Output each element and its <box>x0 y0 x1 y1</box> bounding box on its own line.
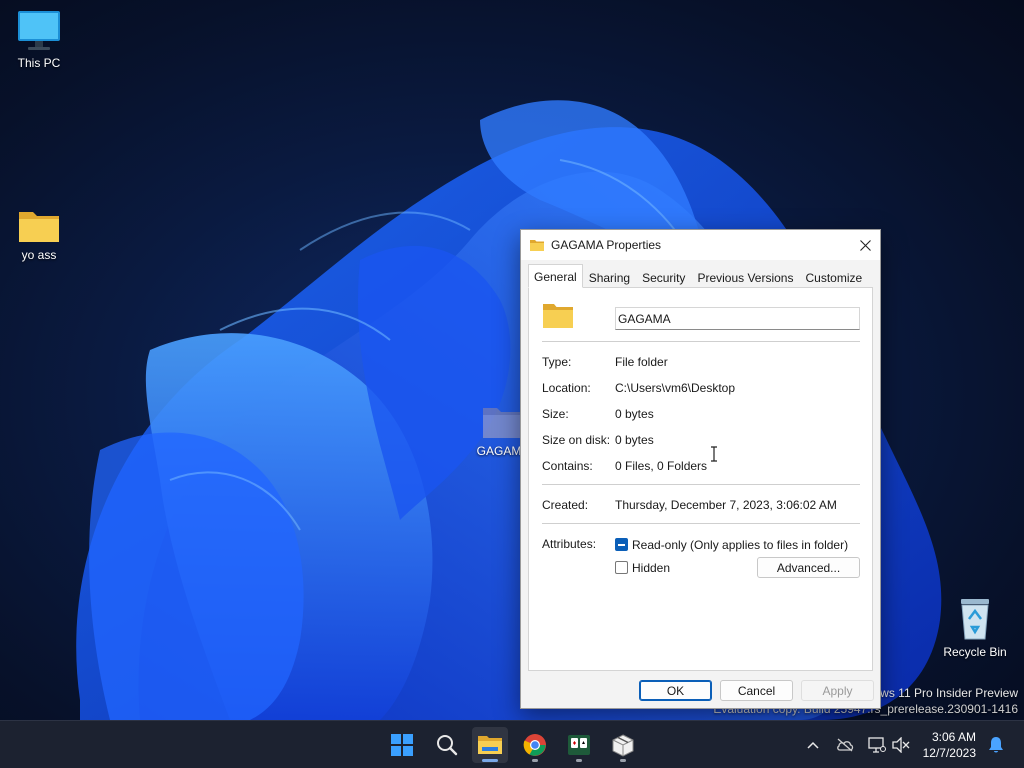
desktop-icon-this-pc[interactable]: This PC <box>1 10 77 70</box>
size-on-disk-value: 0 bytes <box>615 433 654 447</box>
clock-date: 12/7/2023 <box>922 746 976 760</box>
running-indicator <box>576 759 582 762</box>
attributes-label: Attributes: <box>542 537 597 551</box>
solitaire-icon <box>568 735 590 755</box>
tab-security[interactable]: Security <box>636 266 691 288</box>
desktop-icon-label: This PC <box>17 56 61 70</box>
package-icon <box>612 734 634 757</box>
onedrive-tray[interactable] <box>835 735 855 755</box>
monitor-icon <box>18 11 60 50</box>
contains-value: 0 Files, 0 Folders <box>615 459 708 473</box>
search-icon <box>437 735 458 756</box>
bell-icon <box>989 737 1003 753</box>
tab-strip: General Sharing Security Previous Versio… <box>528 264 868 288</box>
desktop-icon-label: Recycle Bin <box>943 645 1007 659</box>
folder-icon <box>543 304 573 328</box>
desktop-icon-recycle-bin[interactable]: Recycle Bin <box>937 597 1013 659</box>
active-indicator <box>482 759 498 762</box>
text-cursor-icon <box>711 446 717 462</box>
readonly-checkbox[interactable] <box>615 538 628 551</box>
running-indicator <box>532 759 538 762</box>
taskbar-package[interactable] <box>605 727 641 763</box>
type-label: Type: <box>542 355 572 369</box>
size-value: 0 bytes <box>615 407 654 421</box>
created-value: Thursday, December 7, 2023, 3:06:02 AM <box>615 498 837 512</box>
created-label: Created: <box>542 498 589 512</box>
general-tab-panel: Type: File folder Location: C:\Users\vm6… <box>528 287 873 671</box>
speaker-muted-icon <box>892 737 910 753</box>
chrome-icon <box>523 734 546 756</box>
network-icon <box>868 737 886 753</box>
desktop-icon-label: yo ass <box>21 248 57 262</box>
size-label: Size: <box>542 407 569 421</box>
taskbar-file-explorer[interactable] <box>472 727 508 763</box>
clock[interactable]: 3:06 AM 12/7/2023 <box>912 729 976 761</box>
folder-icon <box>530 240 544 251</box>
location-value: C:\Users\vm6\Desktop <box>615 381 736 395</box>
tab-customize[interactable]: Customize <box>799 266 868 288</box>
divider <box>542 484 860 485</box>
taskbar-chrome[interactable] <box>517 727 553 763</box>
properties-dialog: GAGAMA Properties General Sharing Securi… <box>520 229 881 709</box>
clock-time: 3:06 AM <box>931 730 976 744</box>
hidden-checkbox[interactable] <box>615 561 628 574</box>
running-indicator <box>620 759 626 762</box>
cloud-offline-icon <box>837 738 854 752</box>
volume-tray[interactable] <box>891 735 911 755</box>
tab-sharing[interactable]: Sharing <box>583 266 636 288</box>
close-button[interactable] <box>850 230 880 260</box>
notifications-button[interactable] <box>986 735 1006 755</box>
network-tray[interactable] <box>867 735 887 755</box>
file-explorer-icon <box>478 736 502 754</box>
apply-button[interactable]: Apply <box>801 680 874 701</box>
type-value: File folder <box>615 355 668 369</box>
hidden-label[interactable]: Hidden <box>632 561 670 575</box>
ok-button[interactable]: OK <box>639 680 712 701</box>
watermark-line1: ows 11 Pro Insider Preview <box>873 686 1018 700</box>
folder-name-input[interactable] <box>615 307 860 330</box>
desktop-icon-yo-ass[interactable]: yo ass <box>1 208 77 262</box>
chevron-up-icon <box>807 741 819 749</box>
folder-icon <box>483 408 523 438</box>
tab-previous-versions[interactable]: Previous Versions <box>691 266 799 288</box>
taskbar-solitaire[interactable] <box>561 727 597 763</box>
divider <box>542 523 860 524</box>
location-label: Location: <box>542 381 591 395</box>
contains-label: Contains: <box>542 459 593 473</box>
folder-icon <box>19 212 59 242</box>
recycle-bin-icon <box>961 599 989 640</box>
cancel-button[interactable]: Cancel <box>720 680 793 701</box>
start-icon <box>391 734 413 756</box>
size-on-disk-label: Size on disk: <box>542 433 611 447</box>
close-icon <box>859 239 871 251</box>
dialog-titlebar[interactable]: GAGAMA Properties <box>521 230 880 260</box>
readonly-label[interactable]: Read-only (Only applies to files in fold… <box>632 538 848 552</box>
dialog-title: GAGAMA Properties <box>551 238 662 252</box>
taskbar: 3:06 AM 12/7/2023 <box>0 720 1024 768</box>
advanced-button[interactable]: Advanced... <box>757 557 860 578</box>
show-hidden-icons-button[interactable] <box>803 735 823 755</box>
start-button[interactable] <box>384 727 420 763</box>
tab-general[interactable]: General <box>528 264 583 288</box>
search-button[interactable] <box>429 727 465 763</box>
divider <box>542 341 860 342</box>
